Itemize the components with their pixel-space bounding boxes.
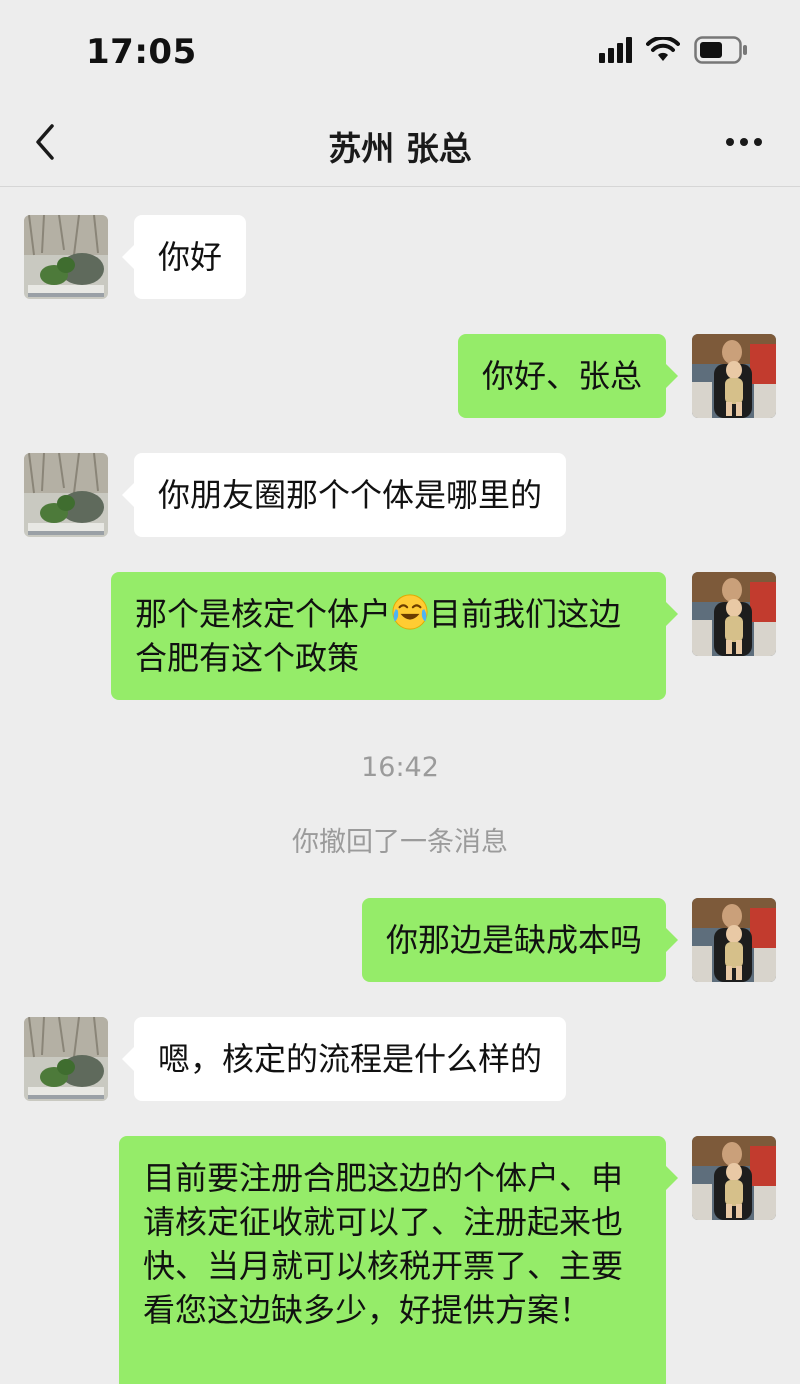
contact-avatar[interactable] xyxy=(24,1017,108,1101)
self-avatar[interactable] xyxy=(692,898,776,982)
message-bubble-incoming[interactable]: 你好 xyxy=(121,215,247,299)
contact-avatar[interactable] xyxy=(24,453,108,537)
cellular-signal-icon xyxy=(599,37,632,63)
wifi-icon xyxy=(646,37,680,63)
message-bubble-incoming[interactable]: 嗯，核定的流程是什么样的 xyxy=(121,1017,567,1101)
status-icons xyxy=(599,36,748,64)
more-dots-icon xyxy=(726,138,762,146)
battery-icon xyxy=(694,36,748,64)
message-bubble-outgoing[interactable]: 你那边是缺成本吗 xyxy=(361,898,679,982)
chat-title: 苏州 张总 xyxy=(328,129,472,168)
message-text: 你朋友圈那个个体是哪里的 xyxy=(158,476,543,514)
message-text: 嗯，核定的流程是什么样的 xyxy=(158,1040,543,1078)
chat-header: 苏州 张总 xyxy=(0,100,800,187)
message-text: 你那边是缺成本吗 xyxy=(385,921,642,959)
message-text: 你好 xyxy=(158,238,223,276)
recall-notice: 你撤回了一条消息 xyxy=(292,827,508,858)
crying-laughing-emoji-icon xyxy=(392,594,428,630)
status-time: 17:05 xyxy=(86,32,197,72)
more-button[interactable] xyxy=(724,130,764,154)
message-text: 那个是核定个体户 xyxy=(135,595,392,633)
self-avatar[interactable] xyxy=(692,334,776,418)
message-bubble-outgoing[interactable]: 那个是核定个体户 目前我们这边合肥有这个政策 xyxy=(111,572,678,700)
message-bubble-outgoing[interactable]: 你好、张总 xyxy=(457,334,679,418)
message-bubble-outgoing[interactable]: 目前要注册合肥这边的个体户、申请核定征收就可以了、注册起来也快、当月就可以核税开… xyxy=(119,1136,678,1384)
self-avatar[interactable] xyxy=(692,1136,776,1220)
message-text: 目前要注册合肥这边的个体户、申请核定征收就可以了、注册起来也快、当月就可以核税开… xyxy=(143,1159,624,1329)
contact-avatar[interactable] xyxy=(24,215,108,299)
message-text: 你好、张总 xyxy=(481,357,642,395)
message-bubble-incoming[interactable]: 你朋友圈那个个体是哪里的 xyxy=(121,453,567,537)
status-bar: 17:05 xyxy=(0,0,800,100)
timestamp: 16:42 xyxy=(361,752,439,783)
self-avatar[interactable] xyxy=(692,572,776,656)
